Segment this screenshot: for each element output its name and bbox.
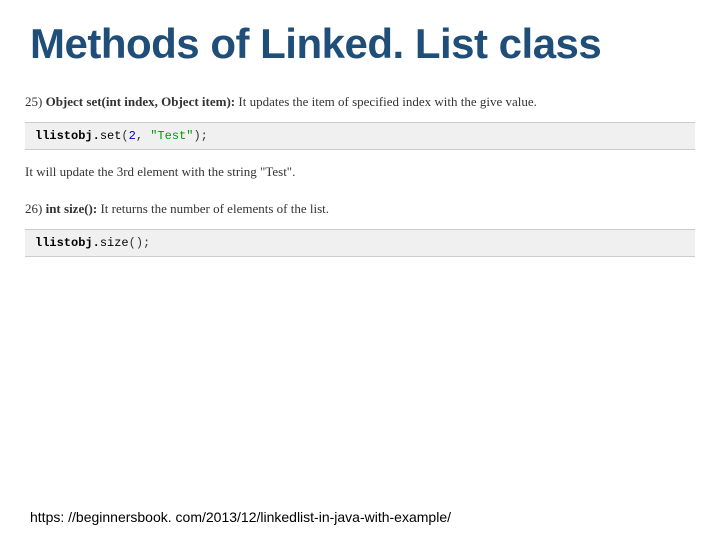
code-method: set xyxy=(100,129,122,143)
method-number: 26) xyxy=(25,201,42,216)
code-block-25: llistobj.set(2, "Test"); xyxy=(25,122,695,150)
code-string: "Test" xyxy=(150,129,193,143)
method-text: It returns the number of elements of the… xyxy=(97,201,329,216)
code-block-26: llistobj.size(); xyxy=(25,229,695,257)
method-description-26: 26) int size(): It returns the number of… xyxy=(25,199,695,219)
content-area: 25) Object set(int index, Object item): … xyxy=(0,92,720,257)
code-number: 2 xyxy=(129,129,136,143)
method-signature: int size(): xyxy=(46,201,98,216)
method-text: It updates the item of specified index w… xyxy=(235,94,537,109)
code-paren: (); xyxy=(129,236,151,250)
page-title: Methods of Linked. List class xyxy=(0,0,720,78)
code-object: llistobj. xyxy=(35,236,100,250)
method-description-25: 25) Object set(int index, Object item): … xyxy=(25,92,695,112)
code-paren: ( xyxy=(121,129,128,143)
method-number: 25) xyxy=(25,94,42,109)
code-method: size xyxy=(100,236,129,250)
method-signature: Object set(int index, Object item): xyxy=(46,94,236,109)
code-sep: , xyxy=(136,129,150,143)
method-explanation-25: It will update the 3rd element with the … xyxy=(25,162,695,182)
code-close: ); xyxy=(193,129,207,143)
footer-url: https: //beginnersbook. com/2013/12/link… xyxy=(30,509,451,525)
code-object: llistobj. xyxy=(35,129,100,143)
